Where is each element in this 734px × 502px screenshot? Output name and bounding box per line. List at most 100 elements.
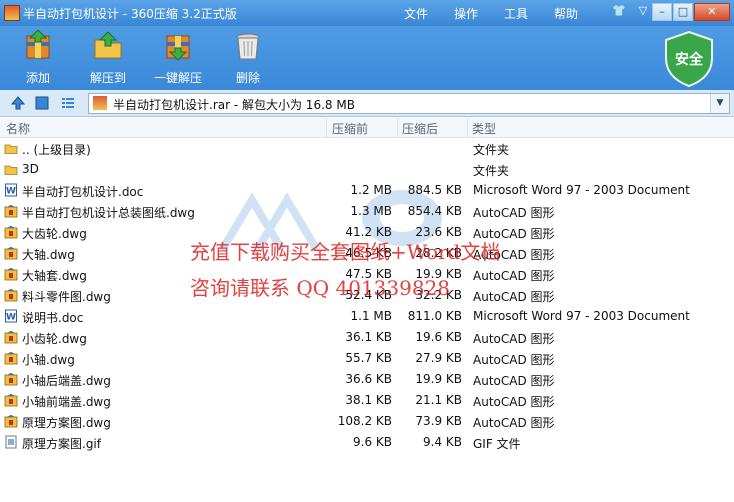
file-size: 108.2 KB xyxy=(337,414,392,428)
file-row[interactable]: 原理方案图.gif 9.6 KB 9.4 KB GIF 文件 xyxy=(0,432,734,453)
file-type: AutoCAD 图形 xyxy=(473,374,555,388)
file-size: 1.1 MB xyxy=(350,309,392,323)
column-name[interactable]: 名称 xyxy=(6,120,30,137)
one-click-extract-icon xyxy=(166,35,190,61)
dwg-file-icon xyxy=(4,351,18,365)
file-name: 原理方案图.dwg xyxy=(22,416,111,430)
column-divider[interactable] xyxy=(397,118,398,137)
file-name: 大齿轮.dwg xyxy=(22,227,87,241)
add-label: 添加 xyxy=(25,71,50,85)
file-packed-size: 854.4 KB xyxy=(407,204,462,218)
dwg-file-icon xyxy=(4,372,18,386)
watermark-text: 充值下载购买全套图纸+Word文档 咨询请联系 QQ 401339828 xyxy=(190,234,500,306)
file-packed-size: 21.1 KB xyxy=(415,393,462,407)
file-name: .. (上级目录) xyxy=(22,143,91,157)
close-button[interactable]: ✕ xyxy=(694,3,730,21)
file-type: GIF 文件 xyxy=(473,437,521,451)
minimize-button[interactable]: – xyxy=(652,3,672,21)
add-archive-icon xyxy=(26,29,50,59)
extract-to-button[interactable]: 解压到 xyxy=(76,30,140,86)
file-row[interactable]: 小齿轮.dwg 36.1 KB 19.6 KB AutoCAD 图形 xyxy=(0,327,734,348)
file-size: 1.2 MB xyxy=(350,183,392,197)
file-name: 3D xyxy=(22,162,39,176)
file-name: 半自动打包机设计总装图纸.dwg xyxy=(22,206,195,220)
security-badge-label: 安全 xyxy=(675,52,703,68)
file-name: 小齿轮.dwg xyxy=(22,332,87,346)
column-divider[interactable] xyxy=(326,118,327,137)
dwg-file-icon xyxy=(4,246,18,260)
file-row[interactable]: 小轴.dwg 55.7 KB 27.9 KB AutoCAD 图形 xyxy=(0,348,734,369)
add-button[interactable]: 添加 xyxy=(6,29,70,86)
gif-file-icon xyxy=(5,435,17,449)
file-type: AutoCAD 图形 xyxy=(473,416,555,430)
security-shield[interactable]: 安全 xyxy=(662,30,716,88)
file-row[interactable]: 小轴前端盖.dwg 38.1 KB 21.1 KB AutoCAD 图形 xyxy=(0,390,734,411)
file-packed-size: 19.9 KB xyxy=(415,372,462,386)
dwg-file-icon xyxy=(4,330,18,344)
file-name: 大轴套.dwg xyxy=(22,269,87,283)
title-bar: 半自动打包机设计 - 360压缩 3.2正式版 文件 操作 工具 帮助 👕 ▽ … xyxy=(0,0,734,26)
address-field[interactable]: 半自动打包机设计.rar - 解包大小为 16.8 MB ▼ xyxy=(88,93,730,114)
column-divider[interactable] xyxy=(467,118,468,137)
file-size: 1.3 MB xyxy=(350,204,392,218)
file-name: 料斗零件图.dwg xyxy=(22,290,111,304)
chevron-down-icon[interactable]: ▼ xyxy=(710,94,729,113)
file-packed-size: 19.6 KB xyxy=(415,330,462,344)
file-row[interactable]: W 半自动打包机设计.doc 1.2 MB 884.5 KB Microsoft Wor… xyxy=(0,180,734,201)
delete-label: 删除 xyxy=(235,71,260,85)
skin-shirt-icon[interactable]: 👕 xyxy=(610,3,628,19)
word-doc-icon: W xyxy=(5,183,17,197)
menu-tools[interactable]: 工具 xyxy=(504,5,528,22)
file-size: 38.1 KB xyxy=(345,393,392,407)
dwg-file-icon xyxy=(4,393,18,407)
file-type: AutoCAD 图形 xyxy=(473,353,555,367)
one-click-extract-button[interactable]: 一键解压 xyxy=(146,30,210,86)
file-size: 36.6 KB xyxy=(345,372,392,386)
file-packed-size: 9.4 KB xyxy=(423,435,462,449)
file-type: AutoCAD 图形 xyxy=(473,395,555,409)
app-logo-icon xyxy=(4,5,20,21)
column-type[interactable]: 类型 xyxy=(472,120,496,137)
file-type: AutoCAD 图形 xyxy=(473,332,555,346)
minimize-to-tray-icon[interactable]: ▽ xyxy=(634,3,652,19)
file-size: 55.7 KB xyxy=(345,351,392,365)
dwg-file-icon xyxy=(4,288,18,302)
menu-operate[interactable]: 操作 xyxy=(454,5,478,22)
word-doc-icon: W xyxy=(5,309,17,323)
dwg-file-icon xyxy=(4,267,18,281)
file-type: Microsoft Word 97 - 2003 Document xyxy=(473,309,690,323)
column-packed[interactable]: 压缩后 xyxy=(402,120,438,137)
file-name: 小轴前端盖.dwg xyxy=(22,395,111,409)
file-type: 文件夹 xyxy=(473,164,510,178)
one-click-extract-label: 一键解压 xyxy=(153,71,202,85)
menu-file[interactable]: 文件 xyxy=(404,5,428,22)
file-name: 原理方案图.gif xyxy=(22,437,101,451)
trash-icon xyxy=(236,33,260,60)
file-packed-size: 884.5 KB xyxy=(407,183,462,197)
up-arrow-icon[interactable] xyxy=(10,95,26,111)
file-packed-size: 73.9 KB xyxy=(415,414,462,428)
svg-text:W: W xyxy=(6,313,16,323)
window-title: 半自动打包机设计 - 360压缩 3.2正式版 xyxy=(23,7,237,21)
dwg-file-icon xyxy=(4,414,18,428)
file-packed-size: 811.0 KB xyxy=(407,309,462,323)
list-view-icon[interactable] xyxy=(60,95,76,111)
path-bar: 半自动打包机设计.rar - 解包大小为 16.8 MB ▼ xyxy=(0,90,734,117)
file-type: 文件夹 xyxy=(473,143,510,157)
file-row[interactable]: .. (上级目录) 文件夹 xyxy=(0,138,734,159)
file-row[interactable]: 小轴后端盖.dwg 36.6 KB 19.9 KB AutoCAD 图形 xyxy=(0,369,734,390)
toolbar: 添加 解压到 一键解压 删除 xyxy=(0,26,734,90)
file-type: Microsoft Word 97 - 2003 Document xyxy=(473,183,690,197)
archive-icon xyxy=(93,96,107,110)
watermark-line-1: 充值下载购买全套图纸+Word文档 xyxy=(190,240,501,264)
column-size[interactable]: 压缩前 xyxy=(332,120,368,137)
delete-button[interactable]: 删除 xyxy=(216,30,280,86)
file-row[interactable]: 3D 文件夹 xyxy=(0,159,734,180)
maximize-button[interactable]: □ xyxy=(673,3,693,21)
file-packed-size: 27.9 KB xyxy=(415,351,462,365)
file-row[interactable]: 半自动打包机设计总装图纸.dwg 1.3 MB 854.4 KB AutoCAD 图形 xyxy=(0,201,734,222)
thumbnail-view-icon[interactable] xyxy=(34,95,50,111)
file-row[interactable]: 原理方案图.dwg 108.2 KB 73.9 KB AutoCAD 图形 xyxy=(0,411,734,432)
menu-help[interactable]: 帮助 xyxy=(554,5,578,22)
file-row[interactable]: W 说明书.doc 1.1 MB 811.0 KB Microsoft Word 97 … xyxy=(0,306,734,327)
